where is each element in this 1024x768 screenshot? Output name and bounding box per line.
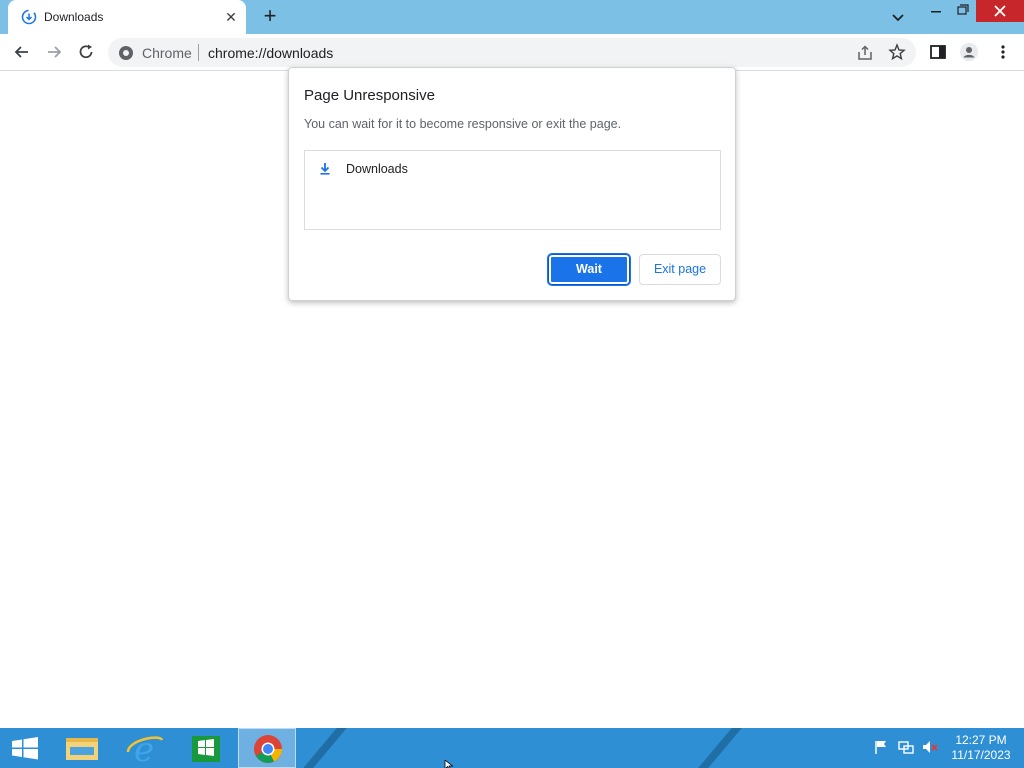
network-icon[interactable] [897,738,915,756]
page-unresponsive-dialog: Page Unresponsive You can wait for it to… [288,67,736,301]
tab-downloads[interactable]: Downloads ✕ [8,0,246,34]
new-tab-button[interactable]: + [259,5,281,27]
unresponsive-pages-list: Downloads [304,150,721,230]
wait-button[interactable]: Wait [547,253,631,286]
site-chip-label: Chrome [142,45,192,61]
reload-icon[interactable] [76,42,96,62]
file-explorer-icon[interactable] [56,728,108,768]
window-close-button[interactable] [976,0,1024,22]
address-bar[interactable]: Chrome chrome://downloads [108,38,916,67]
internet-explorer-icon[interactable]: e [118,728,170,768]
dialog-message: You can wait for it to become responsive… [304,117,622,131]
menu-kebab-icon[interactable] [993,42,1013,62]
restore-button[interactable] [946,0,978,22]
tab-title: Downloads [44,10,104,24]
omnibox-separator [198,44,199,61]
forward-arrow-icon[interactable] [44,42,64,62]
taskbar: e 12:27 PM 11/17/2023 [0,728,1024,768]
chrome-icon [254,735,282,763]
exit-page-button[interactable]: Exit page [639,254,721,285]
profile-avatar-icon[interactable] [959,42,979,62]
chrome-site-icon [119,46,133,60]
clock-time: 12:27 PM [955,733,1007,747]
dialog-title: Page Unresponsive [304,87,435,104]
tab-search-chevron-icon[interactable] [888,7,908,27]
action-center-flag-icon[interactable] [872,738,890,756]
system-clock[interactable]: 12:27 PM 11/17/2023 [942,733,1020,763]
store-icon[interactable] [180,728,232,768]
mouse-cursor-icon [444,760,454,768]
taskbar-decoration [689,728,751,768]
volume-muted-icon[interactable] [921,738,939,756]
download-icon [320,163,330,175]
taskbar-decoration [294,728,356,768]
windows-start-icon[interactable] [0,728,50,768]
url-text[interactable]: chrome://downloads [208,45,333,61]
side-panel-icon[interactable] [928,42,948,62]
chrome-taskbar-button[interactable] [238,728,296,768]
share-icon[interactable] [856,44,874,62]
downloads-favicon-icon [21,9,37,25]
tab-strip: Downloads ✕ + [0,0,1024,34]
bookmark-star-icon[interactable] [888,43,906,61]
back-arrow-icon[interactable] [12,42,32,62]
clock-date: 11/17/2023 [951,748,1011,762]
svg-text:e: e [134,730,154,768]
tab-close-button[interactable]: ✕ [222,8,240,26]
list-item: Downloads [305,159,720,179]
toolbar: Chrome chrome://downloads [0,34,1024,71]
list-item-label: Downloads [346,162,408,176]
